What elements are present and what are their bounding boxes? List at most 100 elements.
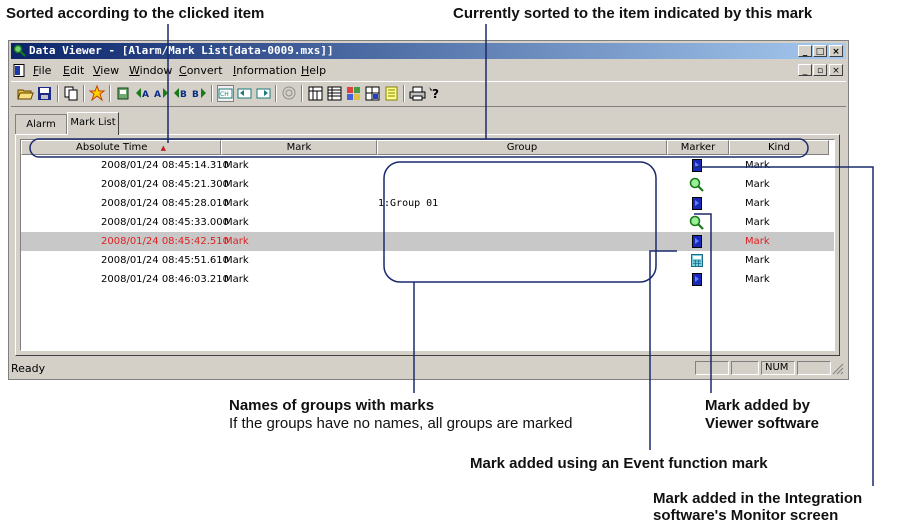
scroll-left-icon[interactable] [236, 85, 253, 102]
column-header-mark[interactable]: Mark [221, 140, 377, 155]
mark-list-table: Absolute Time ▲ Mark Group Marker Kind 2… [20, 139, 835, 351]
blue-flag-icon [692, 159, 702, 172]
help-icon[interactable]: ? [428, 85, 445, 102]
table-row[interactable]: 2008/01/24 08:45:21.300 Mark Mark [21, 175, 834, 194]
status-pane [695, 361, 729, 375]
toolbar-separator [57, 85, 59, 102]
row-time: 2008/01/24 08:45:42.510 [101, 236, 229, 247]
grid4-icon[interactable] [364, 85, 381, 102]
row-group: 1:Group 01 [378, 198, 439, 209]
row-time: 2008/01/24 08:45:28.010 [101, 198, 229, 209]
marker-icon[interactable] [115, 85, 132, 102]
svg-text:B: B [180, 90, 187, 100]
row-time: 2008/01/24 08:45:21.300 [101, 179, 229, 190]
table-row[interactable]: 2008/01/24 08:45:33.000 Mark Mark [21, 213, 834, 232]
table-row[interactable]: 2008/01/24 08:45:28.010 Mark 1:Group 01 … [21, 194, 834, 213]
tab-alarm-list[interactable]: Alarm List [15, 114, 67, 149]
jump-a-left-icon[interactable]: A [134, 85, 151, 102]
status-text: Ready [11, 362, 46, 375]
status-pane [731, 361, 759, 375]
callout-mark-event: Mark added using an Event function mark [470, 455, 768, 472]
tab-mark-list[interactable]: Mark List [67, 112, 119, 135]
row-mark: Mark [224, 160, 249, 171]
svg-text:A: A [154, 90, 161, 100]
menu-view[interactable]: View [93, 64, 119, 77]
menu-bar: File Edit View Window Convert Informatio… [11, 62, 846, 80]
open-icon[interactable] [17, 85, 34, 102]
jump-a-right-icon[interactable]: A [153, 85, 170, 102]
close-button[interactable]: × [829, 45, 843, 57]
child-minimize-button[interactable]: _ [798, 64, 812, 76]
menu-convert[interactable]: Convert [179, 64, 223, 77]
row-mark: Mark [224, 236, 249, 247]
column-header-absolute-time[interactable]: Absolute Time ▲ [21, 140, 221, 155]
callout-sorted-clicked: Sorted according to the clicked item [6, 5, 265, 22]
menu-help[interactable]: Help [301, 64, 326, 77]
row-kind: Mark [745, 217, 770, 228]
sort-indicator-icon: ▲ [160, 144, 166, 152]
row-kind: Mark [745, 198, 770, 209]
ch-icon[interactable]: CH [217, 85, 234, 102]
row-time: 2008/01/24 08:45:51.610 [101, 255, 229, 266]
row-time: 2008/01/24 08:45:33.000 [101, 217, 229, 228]
app-magnifier-icon [13, 44, 26, 57]
table-row[interactable]: 2008/01/24 08:46:03.210 Mark Mark [21, 270, 834, 289]
status-num-indicator: NUM [761, 361, 795, 375]
table-row[interactable]: 2008/01/24 08:45:51.610 Mark Mark [21, 251, 834, 270]
menu-information[interactable]: Information [233, 64, 297, 77]
toolbar-separator [403, 85, 405, 102]
zoom-icon[interactable] [281, 85, 298, 102]
blue-flag-icon [692, 273, 702, 286]
minimize-button[interactable]: _ [798, 45, 812, 57]
menu-edit[interactable]: Edit [63, 64, 84, 77]
table-row-selected[interactable]: 2008/01/24 08:45:42.510 Mark Mark [21, 232, 834, 251]
child-restore-button[interactable]: ▫ [813, 64, 827, 76]
row-kind: Mark [745, 160, 770, 171]
callout-group-names-sub: If the groups have no names, all groups … [229, 415, 573, 432]
row-mark: Mark [224, 217, 249, 228]
resize-grip-icon[interactable] [832, 363, 844, 375]
maximize-button[interactable]: □ [813, 45, 827, 57]
child-close-button[interactable]: × [829, 64, 843, 76]
toolbar: A A B B CH ? [11, 81, 846, 107]
copy-icon[interactable] [63, 85, 80, 102]
toolbar-separator [211, 85, 213, 102]
print-icon[interactable] [409, 85, 426, 102]
document-icon[interactable] [13, 64, 25, 77]
svg-text:CH: CH [220, 91, 229, 98]
row-time: 2008/01/24 08:46:03.210 [101, 274, 229, 285]
svg-text:B: B [192, 90, 199, 100]
scroll-right-icon[interactable] [255, 85, 272, 102]
save-icon[interactable] [36, 85, 53, 102]
column-header-kind[interactable]: Kind [729, 140, 829, 155]
row-mark: Mark [224, 198, 249, 209]
status-bar: Ready NUM [11, 359, 846, 377]
table-row[interactable]: 2008/01/24 08:45:14.310 Mark Mark [21, 156, 834, 175]
data-viewer-window: Data Viewer - [Alarm/Mark List[data-0009… [8, 40, 849, 380]
grid3-icon[interactable] [345, 85, 362, 102]
column-header-group[interactable]: Group [377, 140, 667, 155]
grid2-icon[interactable] [326, 85, 343, 102]
star-icon[interactable] [88, 84, 106, 102]
row-mark: Mark [224, 179, 249, 190]
toolbar-separator [301, 85, 303, 102]
column-header-marker[interactable]: Marker [667, 140, 729, 155]
title-bar[interactable]: Data Viewer - [Alarm/Mark List[data-0009… [11, 43, 846, 59]
status-pane [797, 361, 831, 375]
toolbar-separator [275, 85, 277, 102]
callout-mark-viewer-line2: Viewer software [705, 415, 819, 432]
toolbar-separator [109, 85, 111, 102]
blue-flag-icon [692, 197, 702, 210]
blue-flag-icon [692, 235, 702, 248]
grid1-icon[interactable] [307, 85, 324, 102]
menu-file[interactable]: File [33, 64, 51, 77]
callout-group-names-title: Names of groups with marks [229, 397, 435, 414]
list-icon[interactable] [383, 85, 400, 102]
column-absolute-time-label: Absolute Time [76, 142, 148, 153]
jump-b-left-icon[interactable]: B [172, 85, 189, 102]
callout-mark-integration-line2: software's Monitor screen [653, 507, 839, 524]
row-kind: Mark [745, 236, 770, 247]
menu-window[interactable]: Window [129, 64, 172, 77]
jump-b-right-icon[interactable]: B [191, 85, 208, 102]
mark-list-panel: Absolute Time ▲ Mark Group Marker Kind 2… [15, 134, 840, 356]
